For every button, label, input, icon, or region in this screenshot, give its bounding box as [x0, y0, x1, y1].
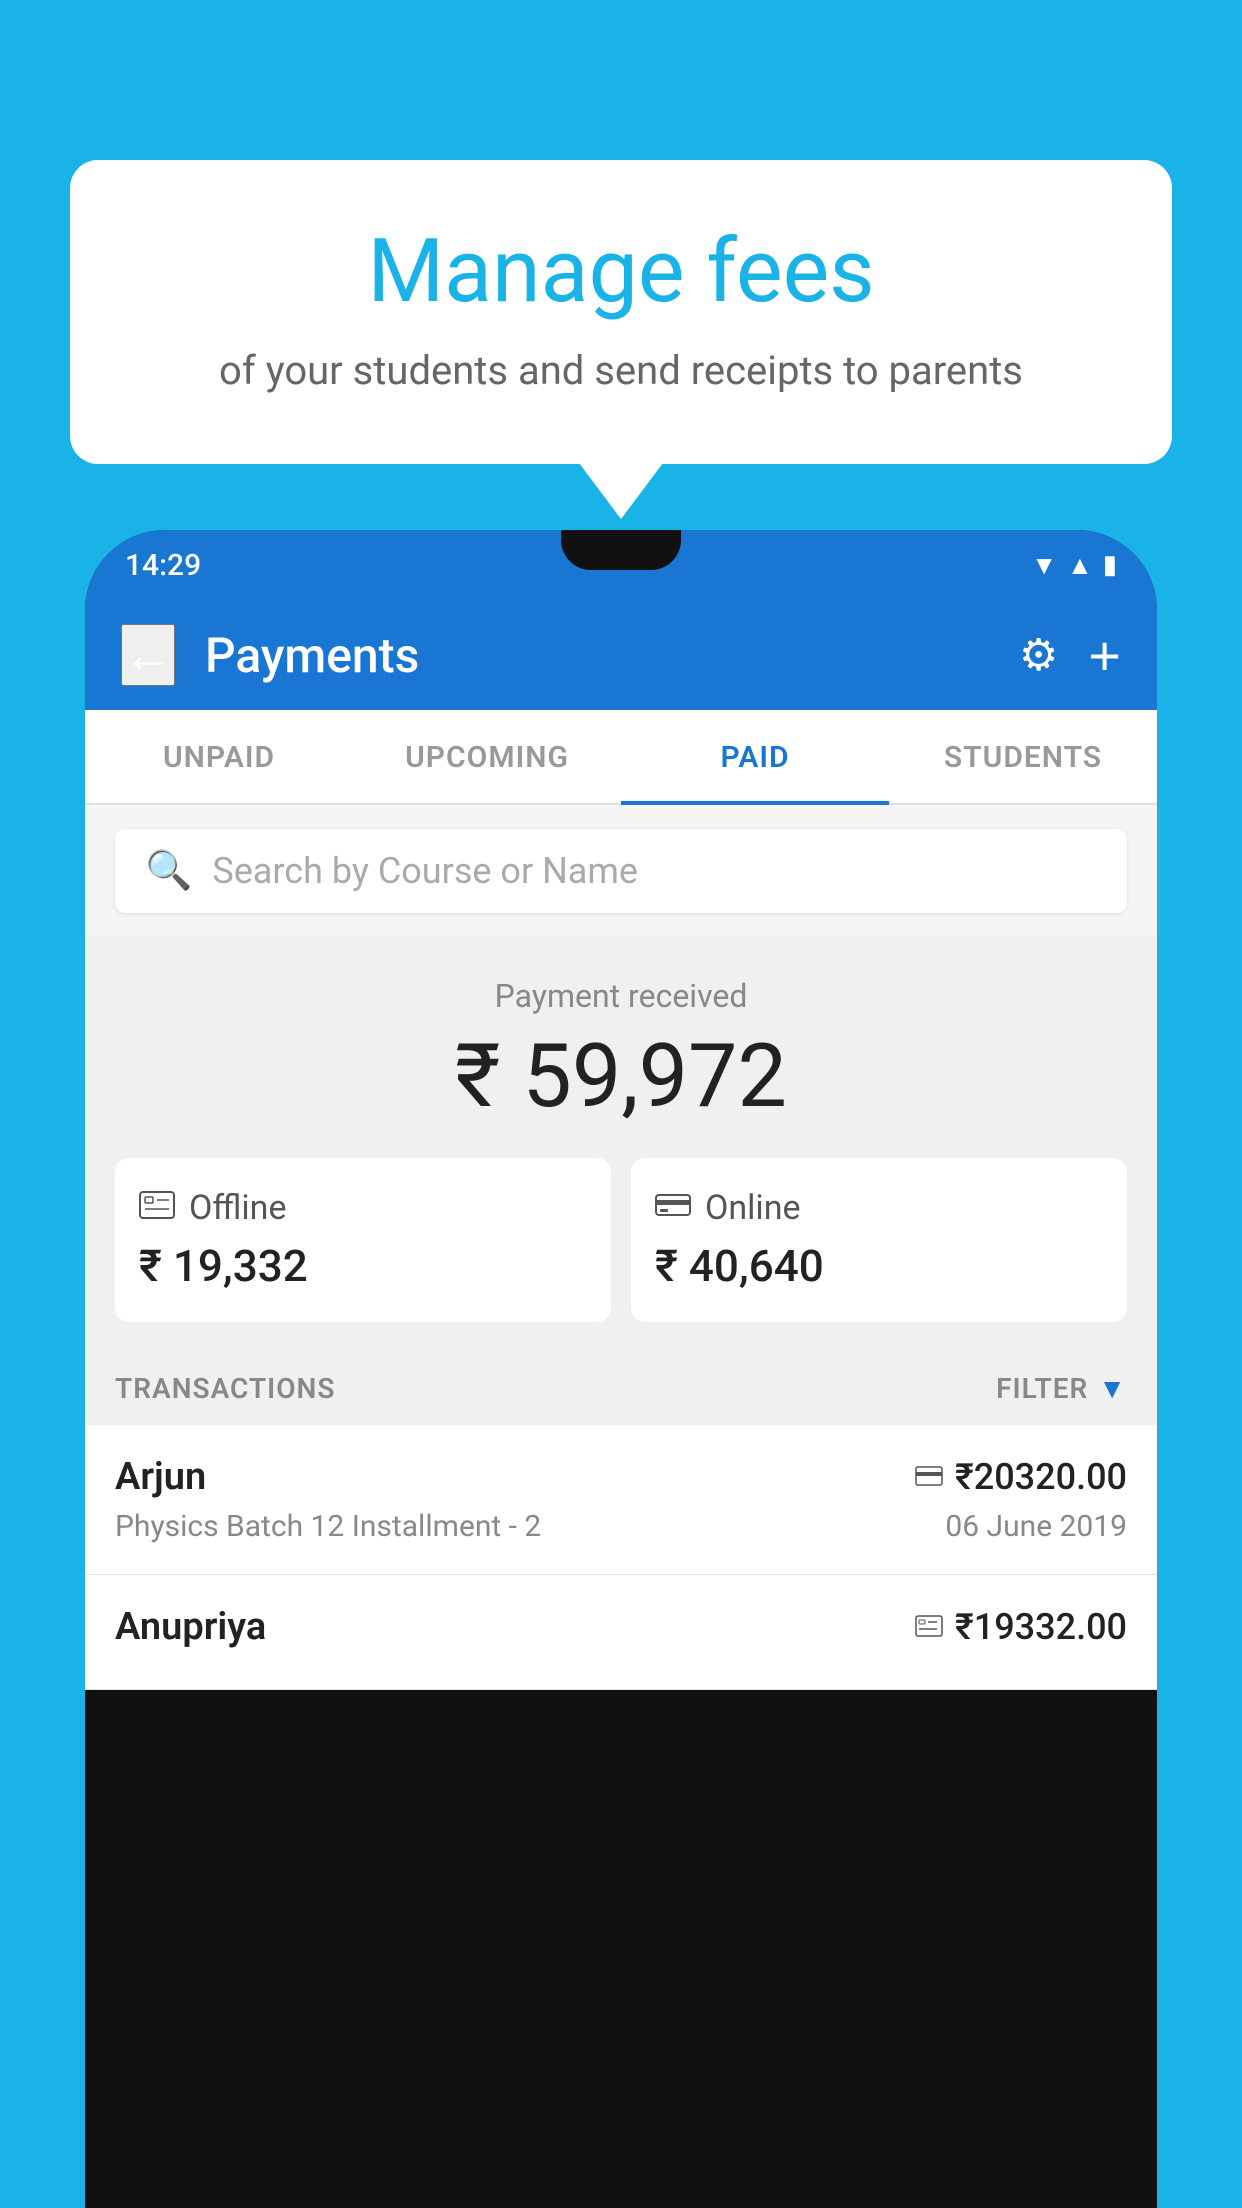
transaction-amount-wrap: ₹20320.00 [915, 1456, 1127, 1498]
app-title: Payments [205, 627, 989, 684]
payment-received-label: Payment received [85, 977, 1157, 1015]
card-type-offline: Offline [139, 1188, 587, 1228]
transaction-row[interactable]: Anupriya ₹19332.00 [85, 1575, 1157, 1690]
back-button[interactable]: ← [121, 624, 175, 686]
filter-label: FILTER [996, 1372, 1088, 1405]
search-placeholder: Search by Course or Name [212, 850, 638, 892]
transaction-date: 06 June 2019 [945, 1509, 1127, 1544]
wifi-icon: ▼ [1031, 550, 1057, 581]
transaction-course: Physics Batch 12 Installment - 2 [115, 1509, 541, 1544]
search-icon: 🔍 [145, 849, 192, 893]
filter-icon: ▼ [1098, 1372, 1127, 1405]
online-payment-card: Online ₹ 40,640 [631, 1158, 1127, 1322]
status-icons: ▼ ▲ ▮ [1031, 550, 1117, 581]
card-type-online: Online [655, 1188, 1103, 1228]
transaction-card-icon [915, 1461, 943, 1494]
transactions-header: TRANSACTIONS FILTER ▼ [85, 1352, 1157, 1425]
transaction-cash-icon [915, 1611, 943, 1644]
speech-bubble-subtitle: of your students and send receipts to pa… [150, 347, 1092, 394]
app-header: ← Payments ⚙ + [85, 600, 1157, 710]
settings-button[interactable]: ⚙ [1019, 630, 1058, 681]
battery-icon: ▮ [1103, 550, 1117, 580]
filter-button[interactable]: FILTER ▼ [996, 1372, 1127, 1405]
transaction-name: Arjun [115, 1455, 206, 1499]
transaction-top: Anupriya ₹19332.00 [115, 1605, 1127, 1649]
online-label: Online [705, 1188, 801, 1228]
offline-icon [139, 1189, 175, 1227]
payment-received-amount: ₹ 59,972 [85, 1025, 1157, 1128]
online-amount: ₹ 40,640 [655, 1240, 1103, 1292]
header-icons: ⚙ + [1019, 623, 1121, 688]
tab-unpaid[interactable]: UNPAID [85, 710, 353, 805]
transaction-amount: ₹19332.00 [955, 1606, 1127, 1648]
tabs-bar: UNPAID UPCOMING PAID STUDENTS [85, 710, 1157, 805]
search-input-container[interactable]: 🔍 Search by Course or Name [115, 829, 1127, 913]
payment-cards: Offline ₹ 19,332 Online ₹ 40,640 [85, 1158, 1157, 1352]
status-time: 14:29 [125, 548, 201, 583]
tab-upcoming[interactable]: UPCOMING [353, 710, 621, 805]
add-button[interactable]: + [1088, 623, 1121, 688]
offline-payment-card: Offline ₹ 19,332 [115, 1158, 611, 1322]
phone-frame: 14:29 ▼ ▲ ▮ ← Payments ⚙ + UNPAID UPCOMI… [85, 530, 1157, 2208]
offline-amount: ₹ 19,332 [139, 1240, 587, 1292]
speech-bubble: Manage fees of your students and send re… [70, 160, 1172, 464]
transaction-bottom: Physics Batch 12 Installment - 2 06 June… [115, 1509, 1127, 1544]
status-bar: 14:29 ▼ ▲ ▮ [85, 530, 1157, 600]
signal-icon: ▲ [1067, 550, 1093, 581]
tab-students[interactable]: STUDENTS [889, 710, 1157, 805]
transaction-row[interactable]: Arjun ₹20320.00 Physics Batch 12 Install… [85, 1425, 1157, 1575]
speech-bubble-title: Manage fees [150, 220, 1092, 323]
search-section: 🔍 Search by Course or Name [85, 805, 1157, 937]
transaction-top: Arjun ₹20320.00 [115, 1455, 1127, 1499]
phone-notch [561, 530, 681, 570]
payment-received-section: Payment received ₹ 59,972 [85, 937, 1157, 1158]
transaction-amount-wrap: ₹19332.00 [915, 1606, 1127, 1648]
online-icon [655, 1189, 691, 1227]
transactions-label: TRANSACTIONS [115, 1372, 335, 1405]
transaction-amount: ₹20320.00 [955, 1456, 1127, 1498]
transaction-name: Anupriya [115, 1605, 266, 1649]
offline-label: Offline [189, 1188, 286, 1228]
tab-paid[interactable]: PAID [621, 710, 889, 805]
